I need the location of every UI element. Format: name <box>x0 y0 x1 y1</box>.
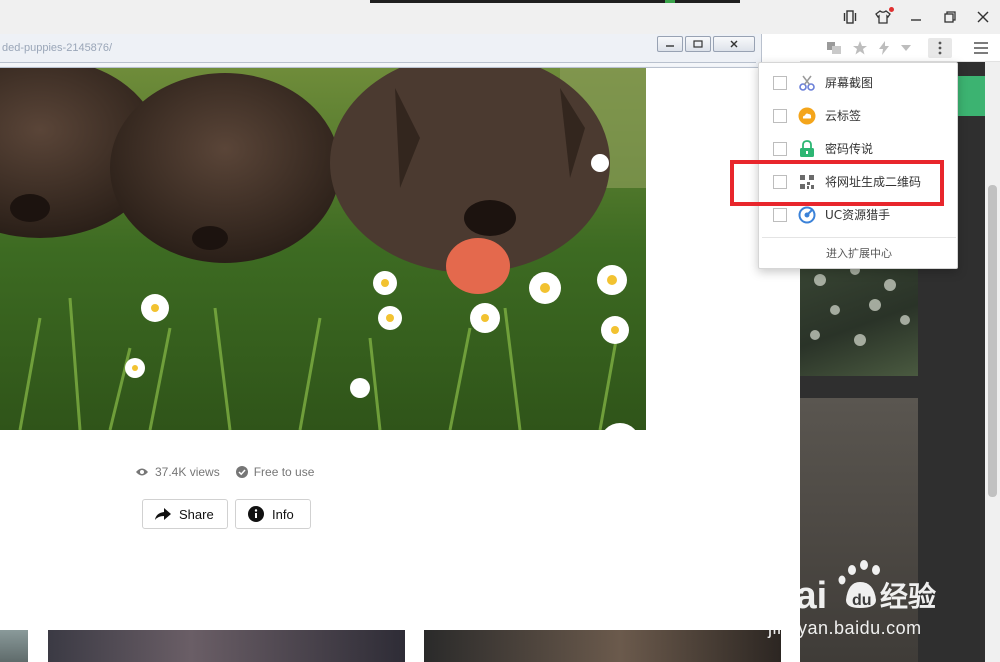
license-meta: Free to use <box>235 465 315 479</box>
extension-checkbox[interactable] <box>773 207 787 222</box>
svg-text:du: du <box>852 592 872 609</box>
skin-shirt-icon[interactable] <box>870 5 896 29</box>
related-photo-thumbnail[interactable] <box>48 630 405 662</box>
views-count: 37.4K views <box>155 465 220 479</box>
extension-checkbox[interactable] <box>773 108 787 123</box>
child-minimize-icon[interactable] <box>657 36 683 52</box>
child-window-title-bar: ded-puppies-2145876/ <box>0 34 762 68</box>
extension-checkbox[interactable] <box>773 141 787 156</box>
side-green-button[interactable] <box>958 76 985 116</box>
scrollbar-thumb[interactable] <box>988 185 997 497</box>
restore-icon[interactable] <box>937 5 963 29</box>
scissors-icon <box>798 74 816 92</box>
eye-icon <box>136 468 148 476</box>
child-close-icon[interactable] <box>713 36 755 52</box>
child-maximize-icon[interactable] <box>685 36 711 52</box>
extension-label: UC资源猎手 <box>825 208 891 222</box>
tab-strip-edge <box>370 0 740 3</box>
child-window-hscroll[interactable] <box>0 62 756 66</box>
menu-separator <box>762 237 956 238</box>
extension-label: 云标签 <box>825 109 862 123</box>
extension-center-link[interactable]: 进入扩展中心 <box>759 245 959 261</box>
browser-toolbar <box>800 34 1000 62</box>
translate-icon[interactable] <box>824 38 844 58</box>
lock-icon <box>798 139 816 158</box>
minimize-icon[interactable] <box>903 5 929 29</box>
browser-title-bar <box>0 0 1000 34</box>
baidu-logo: Bai du 经验 <box>768 560 936 617</box>
notification-dot <box>889 7 894 12</box>
baidu-jingyan-watermark: Bai du 经验 jingyan.baidu.com <box>768 556 958 646</box>
check-circle-icon <box>235 466 248 478</box>
share-label: Share <box>179 506 214 522</box>
child-window-url: ded-puppies-2145876/ <box>2 42 113 54</box>
share-button[interactable]: Share <box>142 499 228 529</box>
menu-icon[interactable] <box>971 38 991 58</box>
uc-resource-icon <box>798 206 816 224</box>
web-page: 37.4K views Free to use Share Info <box>0 34 800 662</box>
share-arrow-icon <box>155 507 171 520</box>
info-icon <box>248 506 264 522</box>
annotation-highlight-box <box>730 160 944 206</box>
info-button[interactable]: Info <box>235 499 311 529</box>
related-photo-thumbnail[interactable] <box>424 630 781 662</box>
watermark-url: jingyan.baidu.com <box>768 618 922 638</box>
extension-item-screenshot[interactable]: 屏幕截图 <box>759 66 959 99</box>
close-icon[interactable] <box>970 5 996 29</box>
license-text: Free to use <box>253 465 315 479</box>
extension-item-cloud-tag[interactable]: 云标签 <box>759 99 959 132</box>
vertical-scrollbar[interactable] <box>985 62 1000 662</box>
related-photo-thumbnail[interactable] <box>0 630 28 662</box>
info-label: Info <box>272 506 294 522</box>
svg-text:经验: 经验 <box>880 580 936 613</box>
star-bookmark-icon[interactable] <box>850 38 870 58</box>
cloud-tag-icon <box>798 107 816 125</box>
vibrate-icon[interactable] <box>837 5 863 29</box>
extension-label: 密码传说 <box>825 142 874 156</box>
photo-meta: 37.4K views Free to use <box>135 463 314 481</box>
dropdown-arrow-icon[interactable] <box>896 38 916 58</box>
puppies-photo[interactable] <box>0 68 646 430</box>
child-window-controls <box>657 36 755 52</box>
extension-checkbox[interactable] <box>773 75 787 90</box>
extension-label: 屏幕截图 <box>825 76 874 90</box>
lightning-icon[interactable] <box>874 38 894 58</box>
more-vertical-icon[interactable] <box>928 38 952 58</box>
views-meta: 37.4K views <box>135 465 220 479</box>
svg-text:Bai: Bai <box>768 575 827 617</box>
